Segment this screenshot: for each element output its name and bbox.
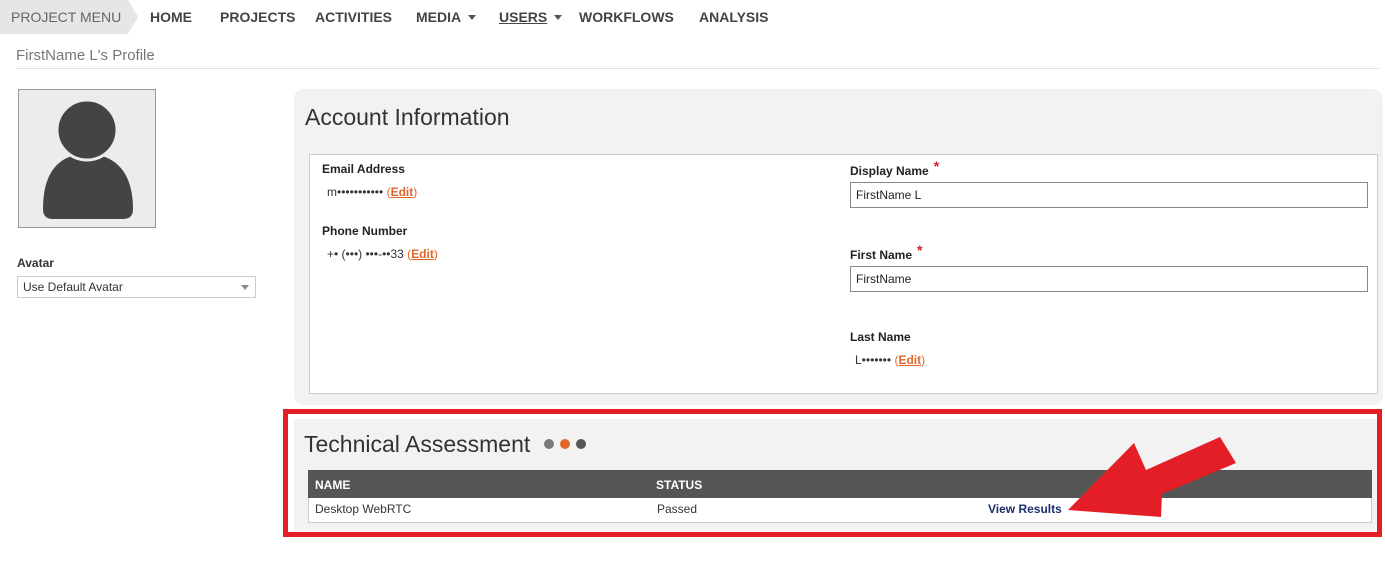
last-name-value-text: L••••••• bbox=[855, 353, 892, 367]
row-status: Passed bbox=[657, 502, 698, 516]
column-header-name: NAME bbox=[315, 478, 351, 492]
arrow-annotation-icon bbox=[1068, 437, 1236, 517]
email-label: Email Address bbox=[322, 162, 405, 176]
phone-value-text: +• (•••) •••-••33 bbox=[327, 247, 404, 261]
page-title: FirstName L's Profile bbox=[16, 47, 155, 64]
default-user-icon bbox=[43, 98, 133, 219]
chevron-down-icon bbox=[554, 14, 563, 20]
row-name: Desktop WebRTC bbox=[315, 502, 412, 516]
nav-media-label: MEDIA bbox=[416, 9, 462, 25]
top-nav: PROJECT MENU HOME PROJECTS ACTIVITIES ME… bbox=[0, 0, 1385, 34]
display-name-input[interactable]: FirstName L bbox=[850, 182, 1368, 208]
last-name-label: Last Name bbox=[850, 330, 911, 344]
nav-home[interactable]: HOME bbox=[150, 0, 192, 34]
first-name-label-text: First Name bbox=[850, 248, 913, 262]
nav-workflows-label: WORKFLOWS bbox=[579, 9, 674, 25]
nav-projects[interactable]: PROJECTS bbox=[220, 0, 295, 34]
account-info-title: Account Information bbox=[305, 104, 510, 130]
loading-dot-icon bbox=[576, 439, 586, 449]
chevron-down-icon bbox=[468, 14, 477, 20]
first-name-input[interactable]: FirstName bbox=[850, 266, 1368, 292]
nav-home-label: HOME bbox=[150, 9, 192, 25]
edit-last-name-link[interactable]: Edit bbox=[898, 353, 921, 367]
loading-dot-icon bbox=[560, 439, 570, 449]
email-value: m••••••••••• (Edit) bbox=[327, 185, 417, 199]
avatar bbox=[18, 89, 156, 228]
avatar-select[interactable]: Use Default Avatar bbox=[17, 276, 256, 298]
column-header-status: STATUS bbox=[656, 478, 703, 492]
nav-analysis[interactable]: ANALYSIS bbox=[699, 0, 769, 34]
nav-analysis-label: ANALYSIS bbox=[699, 9, 769, 25]
display-name-label: Display Name * bbox=[850, 158, 939, 178]
nav-projects-label: PROJECTS bbox=[220, 9, 296, 25]
required-mark: * bbox=[933, 158, 940, 174]
nav-workflows[interactable]: WORKFLOWS bbox=[579, 0, 674, 34]
first-name-label: First Name * bbox=[850, 242, 922, 262]
display-name-label-text: Display Name bbox=[850, 164, 929, 178]
avatar-label: Avatar bbox=[17, 256, 54, 270]
paren-close: ) bbox=[413, 185, 418, 199]
phone-value: +• (•••) •••-••33 (Edit) bbox=[327, 247, 438, 261]
chevron-down-icon bbox=[241, 285, 249, 290]
edit-email-link[interactable]: Edit bbox=[391, 185, 414, 199]
required-mark: * bbox=[917, 242, 923, 258]
avatar-select-value: Use Default Avatar bbox=[23, 280, 123, 294]
nav-activities[interactable]: ACTIVITIES bbox=[315, 0, 392, 34]
technical-assessment-title: Technical Assessment bbox=[304, 431, 531, 457]
loading-dot-icon bbox=[544, 439, 554, 449]
paren-close: ) bbox=[921, 353, 926, 367]
phone-label: Phone Number bbox=[322, 224, 408, 238]
project-menu-button[interactable]: PROJECT MENU bbox=[0, 0, 138, 34]
paren-close: ) bbox=[433, 247, 438, 261]
edit-phone-link[interactable]: Edit bbox=[411, 247, 434, 261]
nav-activities-label: ACTIVITIES bbox=[315, 9, 393, 25]
nav-users-label: USERS bbox=[499, 9, 548, 25]
last-name-value: L••••••• (Edit) bbox=[855, 353, 925, 367]
nav-users[interactable]: USERS bbox=[499, 0, 563, 34]
divider bbox=[16, 68, 1379, 69]
email-value-text: m••••••••••• bbox=[327, 185, 384, 199]
nav-media[interactable]: MEDIA bbox=[416, 0, 477, 34]
